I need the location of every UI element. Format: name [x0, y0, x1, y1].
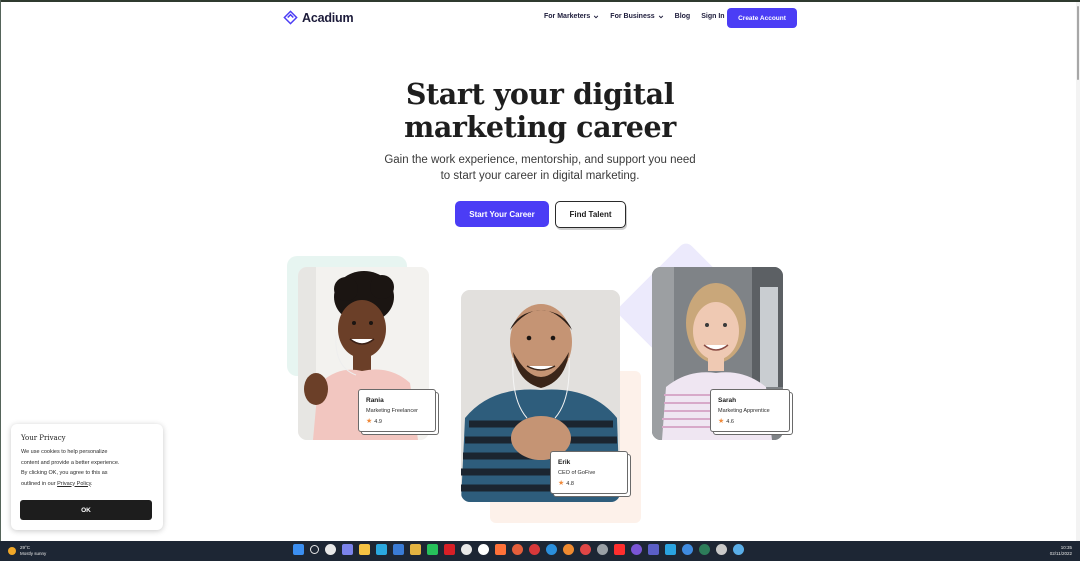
- nav-for-business-label: For Business: [610, 13, 655, 20]
- cookie-message-line-1: We use cookies to help personalize: [21, 449, 108, 455]
- app-icon[interactable]: [597, 544, 608, 555]
- nav-sign-in-label: Sign In: [701, 13, 725, 20]
- star-icon: ★: [366, 418, 373, 425]
- profile-rating: ★ 4.8: [558, 480, 620, 487]
- app-icon[interactable]: [512, 544, 523, 555]
- app-icon[interactable]: [546, 544, 557, 555]
- windows-start-icon[interactable]: [293, 544, 304, 555]
- window-left-edge: [0, 0, 1, 541]
- privacy-policy-link[interactable]: Privacy Policy: [57, 481, 91, 487]
- app-icon[interactable]: [478, 544, 489, 555]
- app-icon[interactable]: [733, 544, 744, 555]
- app-icon[interactable]: [580, 544, 591, 555]
- profile-rating-value: 4.9: [374, 418, 382, 425]
- cookie-message-line-4: outlined in our: [21, 480, 58, 487]
- app-icon[interactable]: [529, 544, 540, 555]
- whatsapp-icon[interactable]: [427, 544, 438, 555]
- weather-desc: Mostly sunny: [20, 550, 47, 556]
- find-talent-button[interactable]: Find Talent: [555, 201, 626, 228]
- nav-sign-in[interactable]: Sign In: [701, 13, 724, 20]
- profile-role: CEO of GoFive: [558, 470, 596, 476]
- app-icon[interactable]: [563, 544, 574, 555]
- brand-name: Acadium: [302, 10, 354, 25]
- profile-role: Marketing Apprentice: [718, 408, 770, 414]
- store-icon[interactable]: [393, 544, 404, 555]
- firefox-icon[interactable]: [495, 544, 506, 555]
- cookie-message: We use cookies to help personalize conte…: [21, 447, 151, 489]
- task-view-icon[interactable]: [325, 544, 336, 555]
- top-nav: Acadium For Marketers For Business Blog …: [0, 0, 1080, 36]
- hero-subtitle: Gain the work experience, mentorship, an…: [365, 153, 715, 184]
- hero-subtitle-line-2: to start your career in digital marketin…: [440, 169, 640, 182]
- chevron-down-icon: [658, 15, 663, 18]
- profile-name: Sarah: [718, 397, 737, 404]
- cookie-ok-button[interactable]: OK: [20, 500, 152, 520]
- taskbar-icons: [293, 544, 744, 555]
- cookie-consent-dialog: Your Privacy We use cookies to help pers…: [11, 424, 163, 530]
- start-your-career-button[interactable]: Start Your Career: [455, 201, 549, 227]
- cookie-message-line-2: content and provide a better experience.: [21, 459, 120, 466]
- acadium-logo-icon: [283, 10, 298, 25]
- cookie-message-line-4-end: .: [90, 480, 93, 487]
- profile-name: Erik: [558, 459, 571, 466]
- weather-widget[interactable]: 29°C Mostly sunny: [8, 545, 46, 556]
- nav-for-marketers-label: For Marketers: [544, 13, 591, 20]
- file-explorer-icon[interactable]: [359, 544, 370, 555]
- hero-subtitle-line-1: Gain the work experience, mentorship, an…: [384, 154, 696, 166]
- telegram-icon[interactable]: [665, 544, 676, 555]
- profile-card-rania: Rania Marketing Freelancer ★ 4.9: [358, 389, 439, 435]
- teams-icon[interactable]: [648, 544, 659, 555]
- cookie-title: Your Privacy: [21, 434, 66, 442]
- sun-icon: [8, 546, 16, 555]
- nav-links: For Marketers For Business Blog Sign In: [544, 13, 736, 20]
- brand-logo[interactable]: Acadium: [283, 10, 354, 25]
- hero-title-line-2: marketing career: [404, 110, 676, 144]
- cookie-message-line-3: By clicking OK, you agree to this as: [21, 470, 108, 476]
- app-icon[interactable]: [631, 544, 642, 555]
- taskbar-clock[interactable]: 10:35 02/11/2022: [1050, 545, 1072, 557]
- nav-for-marketers[interactable]: For Marketers: [544, 13, 599, 20]
- profile-rating-value: 4.8: [566, 480, 574, 487]
- chrome-icon[interactable]: [410, 544, 421, 555]
- youtube-icon[interactable]: [614, 544, 625, 555]
- profile-role: Marketing Freelancer: [366, 408, 418, 414]
- app-icon[interactable]: [461, 544, 472, 555]
- scrollbar-track[interactable]: [1076, 2, 1080, 541]
- app-icon[interactable]: [699, 544, 710, 555]
- app-icon[interactable]: [682, 544, 693, 555]
- hero-title-line-1: Start your digital: [405, 77, 675, 111]
- profile-rating: ★ 4.6: [718, 418, 782, 425]
- chat-icon[interactable]: [342, 544, 353, 555]
- star-icon: ★: [718, 418, 725, 425]
- profile-rating-value: 4.6: [726, 418, 734, 425]
- profile-card-sarah: Sarah Marketing Apprentice ★ 4.6: [710, 389, 793, 435]
- nav-blog-label: Blog: [674, 13, 691, 20]
- hero-title: Start your digital marketing career: [340, 78, 740, 144]
- search-icon[interactable]: [310, 545, 319, 554]
- profile-card-erik: Erik CEO of GoFive ★ 4.8: [550, 451, 631, 497]
- profile-name: Rania: [366, 397, 384, 404]
- edge-icon[interactable]: [376, 544, 387, 555]
- clock-date: 02/11/2022: [1049, 551, 1072, 556]
- chevron-down-icon: [594, 15, 599, 18]
- app-icon[interactable]: [716, 544, 727, 555]
- profile-rating: ★ 4.9: [366, 418, 428, 425]
- windows-taskbar: 29°C Mostly sunny 10:35 02/11/2022: [0, 541, 1080, 561]
- netflix-icon[interactable]: [444, 544, 455, 555]
- nav-blog[interactable]: Blog: [675, 13, 691, 20]
- create-account-button[interactable]: Create Account: [727, 8, 797, 28]
- star-icon: ★: [558, 480, 565, 487]
- nav-for-business[interactable]: For Business: [610, 13, 663, 20]
